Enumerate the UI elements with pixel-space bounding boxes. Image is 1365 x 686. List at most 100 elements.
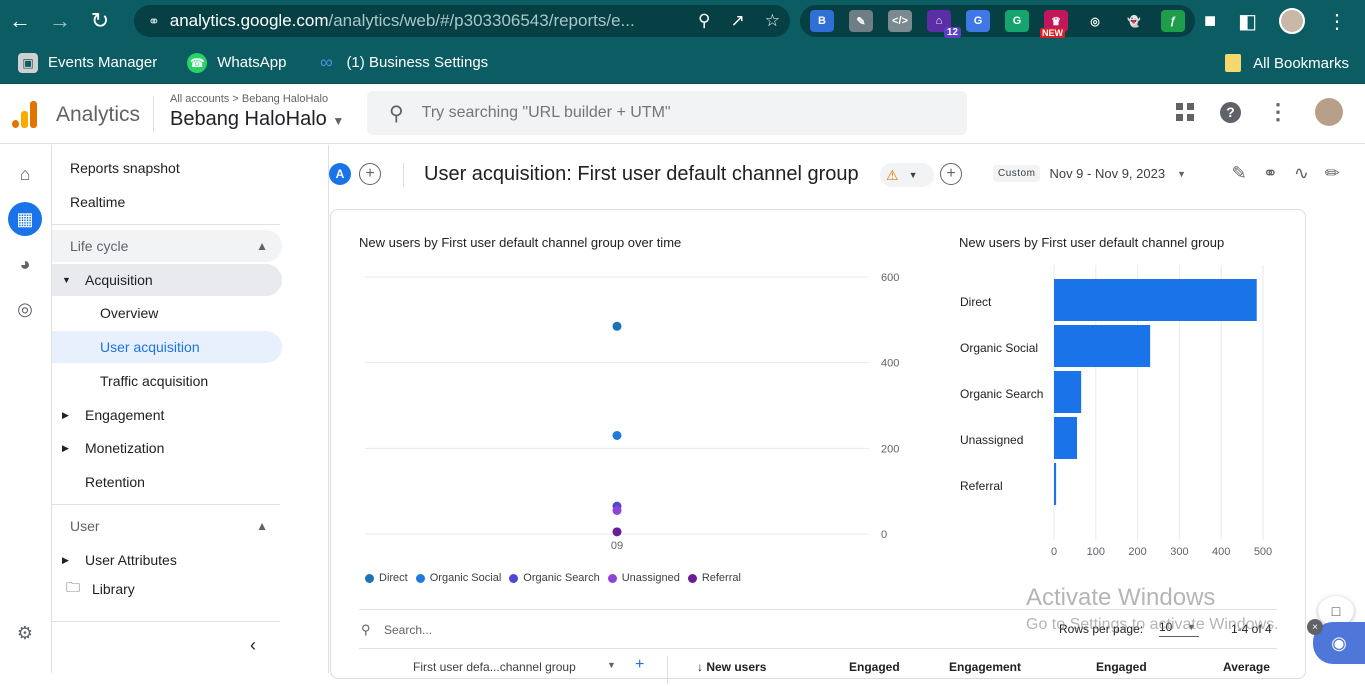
table-header: First user defa...channel group ▼ + ↓ Ne…	[359, 656, 1277, 686]
nav-user-attributes[interactable]: ▶ User Attributes	[52, 544, 282, 576]
search-bar[interactable]: ⚲	[367, 91, 967, 135]
nav-divider	[52, 224, 280, 225]
url-text[interactable]: analytics.google.com/analytics/web/#/p30…	[170, 11, 660, 31]
explore-icon[interactable]: ◕	[8, 247, 42, 281]
col-engaged2-header[interactable]: Engaged	[1096, 660, 1147, 674]
header-divider	[153, 96, 154, 132]
advertising-icon[interactable]: ◎	[8, 292, 42, 326]
nav-monetization[interactable]: ▶ Monetization	[52, 432, 282, 464]
reload-icon[interactable]: ↻	[80, 0, 120, 42]
site-info-icon[interactable]: ⚭	[148, 13, 160, 30]
address-bar[interactable]: ⚭ analytics.google.com/analytics/web/#/p…	[134, 5, 790, 37]
bar-chart[interactable]: 0 100 200 300 400 500 Direct Organic Social Orga…	[941, 250, 1301, 560]
time-series-chart[interactable]: 600400200009Nov	[331, 250, 931, 550]
chevron-up-icon: ▲	[256, 519, 268, 533]
nav-retention[interactable]: Retention	[52, 466, 282, 498]
data-point[interactable]	[612, 527, 622, 537]
edit-pencil-icon[interactable]: ✏	[1325, 163, 1340, 184]
nav-section-lifecycle[interactable]: Life cycle ▲	[52, 230, 282, 262]
ext-translate-icon[interactable]: G	[966, 10, 990, 32]
nav-section-user[interactable]: User ▲	[52, 510, 282, 542]
help-icon[interactable]: ?	[1220, 101, 1241, 123]
col-engagement-header[interactable]: Engagement	[949, 660, 1021, 674]
bar[interactable]	[1054, 279, 1257, 321]
nav-user-acquisition[interactable]: User acquisition	[52, 331, 282, 363]
col-average-header[interactable]: Average	[1223, 660, 1270, 674]
nav-realtime[interactable]: Realtime	[52, 186, 282, 218]
extensions-puzzle-icon[interactable]: ■	[1204, 10, 1216, 33]
nav-overview[interactable]: Overview	[52, 297, 282, 329]
ext-edit-icon[interactable]: ✎	[849, 10, 873, 32]
more-options-icon[interactable]: ⋮	[1267, 99, 1289, 125]
share-icon[interactable]: ↗	[731, 11, 745, 31]
date-range-picker[interactable]: Custom Nov 9 - Nov 9, 2023 ▼	[993, 165, 1186, 182]
legend-item[interactable]: Organic Social	[415, 572, 502, 584]
analytics-logo[interactable]	[12, 100, 38, 128]
close-icon[interactable]: ×	[1307, 619, 1323, 635]
add-comparison-icon[interactable]: +	[359, 163, 381, 185]
bookmark-events-manager[interactable]: ▣ Events Manager	[18, 52, 157, 73]
apps-grid-icon[interactable]	[1176, 103, 1194, 121]
customize-report-icon[interactable]: ✎	[1232, 163, 1247, 184]
data-point[interactable]	[612, 321, 622, 331]
nav-reports-snapshot[interactable]: Reports snapshot	[52, 152, 282, 184]
ext-loop-icon[interactable]: ◎	[1083, 10, 1107, 32]
account-avatar[interactable]	[1315, 98, 1343, 126]
ext-code-icon[interactable]: </>	[888, 10, 912, 32]
ext-ghost-icon[interactable]: 👻	[1122, 10, 1146, 32]
table-search-input[interactable]: Search...	[384, 623, 432, 637]
caret-down-icon[interactable]: ▼	[607, 660, 616, 670]
data-point[interactable]	[612, 430, 622, 440]
settings-gear-icon[interactable]: ⚙	[8, 616, 42, 650]
legend-label: Organic Search	[523, 572, 600, 584]
ext-grammarly-icon[interactable]: G	[1005, 10, 1029, 32]
y-tick-label: 400	[881, 358, 899, 370]
profile-avatar[interactable]	[1279, 8, 1305, 34]
home-icon[interactable]: ⌂	[8, 157, 42, 191]
product-name: Analytics	[56, 103, 141, 126]
legend-item[interactable]: Referral	[687, 572, 741, 584]
forward-icon[interactable]: →	[40, 0, 80, 42]
comparison-badge[interactable]: A	[329, 163, 351, 185]
reports-icon[interactable]: ▦	[8, 202, 42, 236]
bar-chart-title: New users by First user default channel …	[959, 235, 1225, 250]
property-selector[interactable]: Bebang HaloHalo ▼	[170, 108, 344, 131]
ext-leaf-icon[interactable]: ƒ	[1161, 10, 1185, 32]
col-dimension-header[interactable]: First user defa...channel group	[413, 660, 576, 674]
account-breadcrumb[interactable]: All accounts > Bebang HaloHalo	[170, 93, 328, 105]
category-label: Unassigned	[960, 433, 1023, 447]
legend-item[interactable]: Direct	[365, 572, 408, 584]
bookmark-whatsapp[interactable]: ☎ WhatsApp	[187, 52, 286, 73]
chrome-menu-icon[interactable]: ⋮	[1327, 9, 1347, 34]
bookmark-business-settings[interactable]: ∞ (1) Business Settings	[316, 52, 488, 73]
share-icon[interactable]: ⚭	[1263, 163, 1278, 184]
ext-new-icon[interactable]: ♛ NEW	[1040, 10, 1068, 38]
legend-item[interactable]: Organic Search	[509, 572, 600, 584]
bar[interactable]	[1054, 417, 1077, 459]
nav-traffic-acquisition[interactable]: Traffic acquisition	[52, 365, 282, 397]
zoom-icon[interactable]: ⚲	[698, 11, 710, 31]
ext-home-icon[interactable]: ⌂ 12	[927, 10, 961, 38]
data-point[interactable]	[612, 505, 622, 515]
data-quality-dropdown[interactable]: ⚠ ▼	[880, 163, 934, 187]
collapse-nav-icon[interactable]: ‹	[250, 635, 256, 656]
col-new-users-header[interactable]: ↓ New users	[697, 660, 766, 674]
nav-engagement[interactable]: ▶ Engagement	[52, 399, 282, 431]
col-engaged-header[interactable]: Engaged	[849, 660, 900, 674]
nav-acquisition[interactable]: ▼ Acquisition	[52, 264, 282, 296]
add-dimension-icon[interactable]: +	[635, 656, 644, 674]
back-icon[interactable]: ←	[0, 0, 40, 42]
all-bookmarks[interactable]: All Bookmarks	[1225, 42, 1349, 84]
bar[interactable]	[1054, 325, 1151, 367]
search-input[interactable]	[421, 104, 902, 122]
bar[interactable]	[1054, 463, 1057, 505]
nav-library[interactable]: 🗀 Library	[52, 573, 282, 605]
ext-bitwarden-icon[interactable]: B	[810, 10, 834, 32]
insights-icon[interactable]: ∿	[1294, 163, 1309, 184]
legend-label: Organic Social	[429, 572, 502, 584]
legend-item[interactable]: Unassigned	[607, 572, 680, 584]
side-panel-icon[interactable]: ◧	[1238, 9, 1257, 34]
bookmark-star-icon[interactable]: ☆	[765, 11, 780, 31]
add-card-icon[interactable]: +	[940, 163, 962, 185]
bar[interactable]	[1054, 371, 1082, 413]
